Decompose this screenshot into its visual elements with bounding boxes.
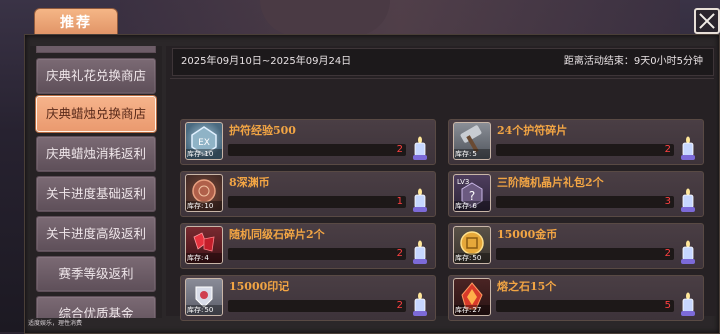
event-countdown: 距离活动结束：9天0小时5分钟 <box>563 56 703 67</box>
candle-currency-icon <box>681 136 695 160</box>
price-bar <box>496 144 674 156</box>
price-bar <box>228 300 406 312</box>
item-price: 2 <box>664 144 671 155</box>
shop-item-card[interactable]: 库存:10 8深渊币 1 <box>180 171 436 217</box>
close-icon[interactable] <box>694 8 720 34</box>
footer-notice: 适度娱乐，理性消费 <box>28 320 83 327</box>
shop-item-card[interactable]: 库存:27 熔之石15个 5 <box>448 275 704 321</box>
price-bar <box>496 300 674 312</box>
sidebar-item-fund[interactable]: 综合优质基金 <box>36 296 156 318</box>
price-bar <box>228 248 406 260</box>
shop-item-card[interactable]: 库存:50 15000金币 2 <box>448 223 704 269</box>
sidebar-item-stage-advanced-rebate[interactable]: 关卡进度高级返利 <box>36 216 156 252</box>
price-bar <box>496 196 674 208</box>
candle-currency-icon <box>681 188 695 212</box>
stock-label: 库存:27 <box>454 305 490 315</box>
stock-label: 库存:5 <box>454 149 490 159</box>
candle-currency-icon <box>413 240 427 264</box>
sidebar-item-fireworks-shop[interactable]: 庆典礼花兑换商店 <box>36 58 156 94</box>
item-price: 2 <box>664 248 671 259</box>
price-bar <box>496 248 674 260</box>
item-name: 8深渊币 <box>229 176 270 189</box>
shop-item-card[interactable]: 库存:50 15000印记 2 <box>180 275 436 321</box>
svg-text:EX: EX <box>198 138 210 148</box>
sidebar: 庆典礼花兑换商店 庆典蜡烛兑换商店 庆典蜡烛消耗返利 关卡进度基础返利 关卡进度… <box>30 46 162 318</box>
stock-label: 库存:10 <box>186 201 222 211</box>
price-bar <box>228 144 406 156</box>
shop-item-card[interactable]: 库存:4 随机同级石碎片2个 2 <box>180 223 436 269</box>
event-date-range: 2025年09月10日~2025年09月24日 <box>181 56 352 67</box>
item-name: 三阶随机晶片礼包2个 <box>497 176 604 189</box>
candle-currency-icon <box>681 292 695 316</box>
hammer-icon: 库存:5 <box>453 122 491 160</box>
stock-label: 库存:50 <box>454 253 490 263</box>
svg-text:LV3: LV3 <box>457 178 469 186</box>
item-price: 2 <box>396 248 403 259</box>
item-name: 24个护符碎片 <box>497 124 568 137</box>
item-name: 15000金币 <box>497 228 558 241</box>
candle-currency-icon <box>413 292 427 316</box>
item-price: 2 <box>396 144 403 155</box>
ex-gem-icon: EX 库存:10 <box>185 122 223 160</box>
gold-coin-icon: 库存:50 <box>453 226 491 264</box>
shop-main: 2025年09月10日~2025年09月24日 距离活动结束：9天0小时5分钟 … <box>166 46 716 321</box>
item-price: 1 <box>396 196 403 207</box>
item-name: 熔之石15个 <box>497 280 557 293</box>
item-name: 随机同级石碎片2个 <box>229 228 325 241</box>
mystery-chip-icon: LV3? 库存:6 <box>453 174 491 212</box>
stock-label: 库存:6 <box>454 201 490 211</box>
fire-stone-icon: 库存:27 <box>453 278 491 316</box>
candle-currency-icon <box>413 188 427 212</box>
stock-label: 库存:10 <box>186 149 222 159</box>
sidebar-item-candle-rebate[interactable]: 庆典蜡烛消耗返利 <box>36 136 156 172</box>
shop-item-card[interactable]: LV3? 库存:6 三阶随机晶片礼包2个 3 <box>448 171 704 217</box>
candle-currency-icon <box>413 136 427 160</box>
event-info-bar: 2025年09月10日~2025年09月24日 距离活动结束：9天0小时5分钟 <box>172 48 714 76</box>
mark-icon: 库存:50 <box>185 278 223 316</box>
item-price: 2 <box>396 300 403 311</box>
shop-item-card[interactable]: EX 库存:10 护符经验500 2 <box>180 119 436 165</box>
background-dome <box>260 0 390 36</box>
divider <box>170 78 714 79</box>
sidebar-item-stage-basic-rebate[interactable]: 关卡进度基础返利 <box>36 176 156 212</box>
price-bar <box>228 196 406 208</box>
stock-label: 库存:4 <box>186 253 222 263</box>
tab-recommend[interactable]: 推荐 <box>34 8 118 37</box>
item-name: 15000印记 <box>229 280 290 293</box>
abyss-coin-icon: 库存:10 <box>185 174 223 212</box>
red-shard-icon: 库存:4 <box>185 226 223 264</box>
item-price: 5 <box>664 300 671 311</box>
sidebar-scroll-stub <box>36 46 156 53</box>
shop-item-card[interactable]: 库存:5 24个护符碎片 2 <box>448 119 704 165</box>
stock-label: 库存:50 <box>186 305 222 315</box>
sidebar-item-candle-shop[interactable]: 庆典蜡烛兑换商店 <box>36 96 156 132</box>
item-name: 护符经验500 <box>229 124 296 137</box>
candle-currency-icon <box>681 240 695 264</box>
item-price: 3 <box>664 196 671 207</box>
sidebar-item-season-rebate[interactable]: 赛季等级返利 <box>36 256 156 292</box>
